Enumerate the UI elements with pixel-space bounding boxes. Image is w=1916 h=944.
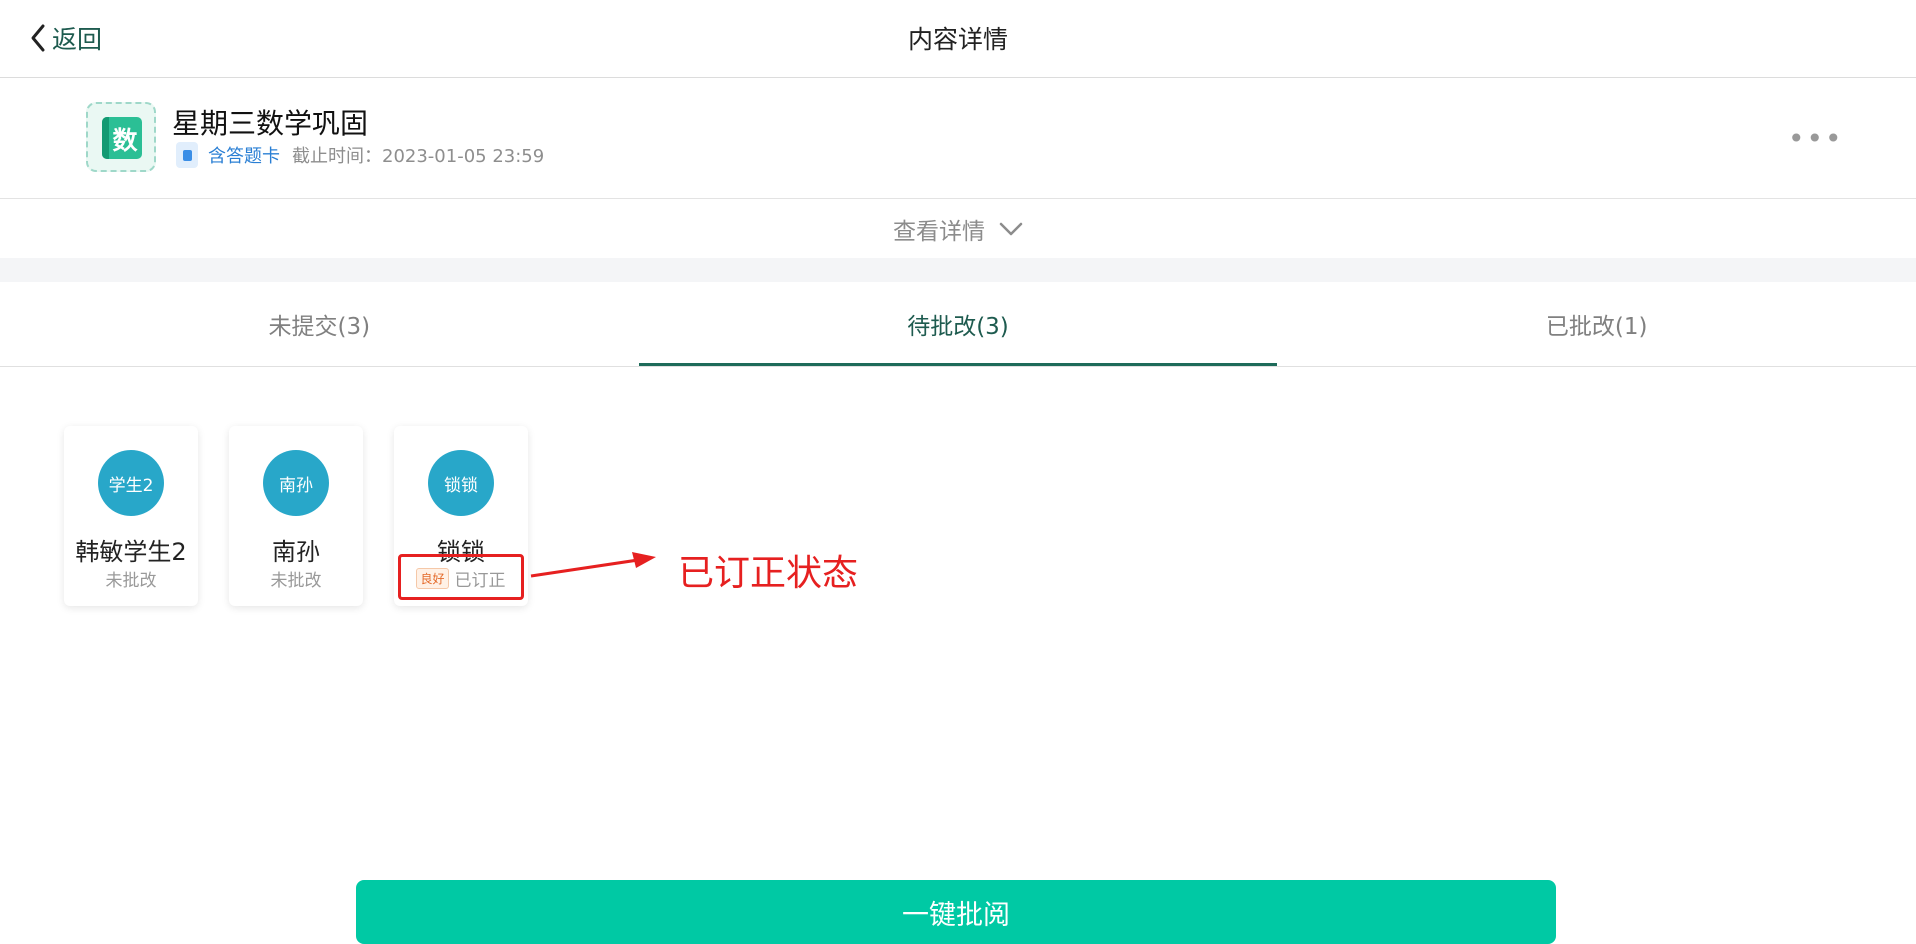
student-name: 韩敏学生2 — [75, 538, 187, 566]
tab-pending-review[interactable]: 待批改(3) — [638, 282, 1278, 366]
student-card[interactable]: 学生2 韩敏学生2 未批改 — [64, 426, 198, 606]
chevron-down-icon — [999, 222, 1023, 235]
active-tab-indicator — [638, 363, 1278, 366]
deadline-text: 截止时间：2023-01-05 23:59 — [292, 146, 545, 167]
status-tabs: 未提交(3) 待批改(3) 已批改(1) — [0, 282, 1916, 367]
avatar: 锁锁 — [428, 450, 494, 516]
review-status: 未批改 — [270, 571, 322, 591]
tab-reviewed[interactable]: 已批改(1) — [1277, 282, 1916, 366]
annotation-label: 已订正状态 — [678, 553, 859, 594]
homework-title: 星期三数学巩固 — [172, 107, 369, 140]
view-details-toggle[interactable]: 查看详情 — [0, 199, 1916, 258]
tab-not-submitted[interactable]: 未提交(3) — [0, 282, 639, 366]
document-icon — [176, 142, 198, 168]
one-click-review-button[interactable]: 一键批阅 — [356, 880, 1556, 944]
section-divider — [0, 258, 1916, 282]
subject-char: 数 — [112, 126, 138, 155]
view-details-label: 查看详情 — [893, 218, 985, 245]
math-subject-icon: 数 — [86, 102, 156, 172]
annotation-highlight-box — [398, 554, 524, 600]
annotation-arrow-icon — [530, 552, 656, 578]
more-options-icon[interactable]: ••• — [1788, 122, 1844, 155]
content-header: 数 星期三数学巩固 含答题卡 截止时间：2023-01-05 23:59 ••• — [0, 78, 1916, 199]
avatar: 南孙 — [263, 450, 329, 516]
review-status: 未批改 — [105, 571, 157, 591]
answer-card-link[interactable]: 含答题卡 — [208, 142, 280, 168]
page-title: 内容详情 — [907, 25, 1008, 54]
student-name: 南孙 — [272, 538, 320, 566]
avatar: 学生2 — [98, 450, 164, 516]
student-card[interactable]: 南孙 南孙 未批改 — [229, 426, 363, 606]
homework-meta: 含答题卡 截止时间：2023-01-05 23:59 — [176, 142, 544, 168]
top-bar: 返回 内容详情 — [0, 0, 1916, 78]
